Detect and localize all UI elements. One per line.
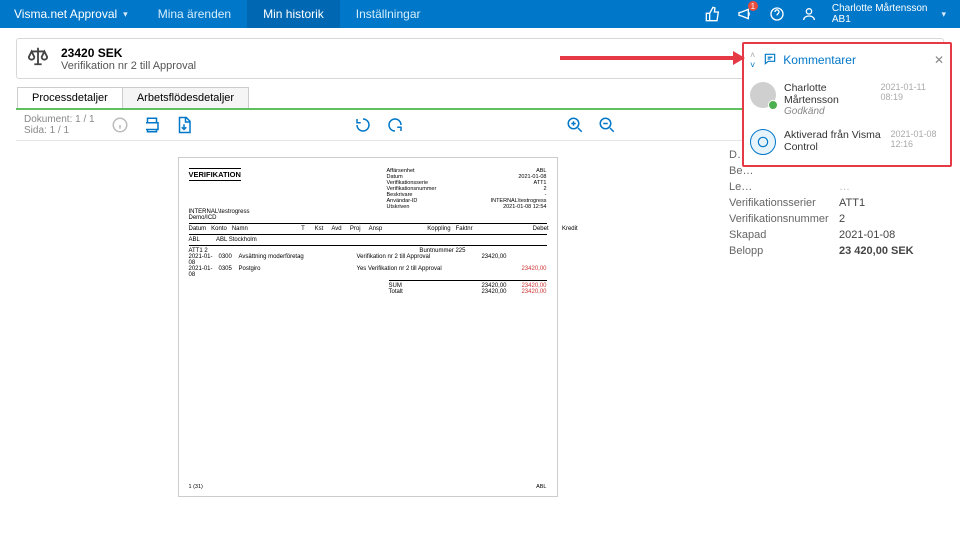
nav-mina-arenden[interactable]: Mina ärenden bbox=[142, 0, 247, 28]
tab-processdetaljer[interactable]: Processdetaljer bbox=[17, 87, 123, 108]
system-avatar-icon bbox=[750, 129, 776, 155]
pv-heading: VERIFIKATION bbox=[189, 168, 241, 181]
zoom-in-icon[interactable] bbox=[564, 114, 586, 136]
comment-status: Godkänd bbox=[784, 106, 944, 117]
comments-title: Kommentarer bbox=[783, 53, 856, 67]
comment-item: Charlotte Mårtensson 2021-01-11 08:19 Go… bbox=[750, 82, 944, 117]
preview-area: VERIFIKATION AffärsenhetABL Datum2021-01… bbox=[16, 141, 719, 513]
topbar-right: 1 Charlotte Mårtensson AB1 ▾ bbox=[704, 3, 960, 25]
chevron-down-icon: ▾ bbox=[123, 9, 128, 20]
comment-time: 2021-01-08 12:16 bbox=[890, 129, 944, 153]
nav-installningar[interactable]: Inställningar bbox=[340, 0, 437, 28]
brand[interactable]: Visma.net Approval ▾ bbox=[0, 7, 142, 21]
nav-min-historik[interactable]: Min historik bbox=[247, 0, 340, 28]
zoom-out-icon[interactable] bbox=[596, 114, 618, 136]
download-icon[interactable] bbox=[173, 114, 195, 136]
thumbs-up-icon[interactable] bbox=[704, 5, 722, 23]
chevron-down-icon[interactable]: ▾ bbox=[941, 9, 946, 20]
user-name: Charlotte Mårtensson bbox=[832, 3, 928, 14]
help-icon[interactable] bbox=[768, 5, 786, 23]
avatar bbox=[750, 82, 776, 108]
comment-author: Aktiverad från Visma Control bbox=[784, 129, 884, 153]
pv-meta: AffärsenhetABL Datum2021-01-08 Verifikat… bbox=[387, 168, 547, 210]
comment-item: Aktiverad från Visma Control 2021-01-08 … bbox=[750, 129, 944, 155]
close-icon[interactable]: ✕ bbox=[934, 53, 944, 67]
user-block[interactable]: Charlotte Mårtensson AB1 bbox=[832, 3, 928, 25]
page-counter: Sida: 1 / 1 bbox=[24, 125, 95, 136]
chevron-updown-icon[interactable]: ˄˅ bbox=[750, 50, 755, 70]
comment-time: 2021-01-11 08:19 bbox=[881, 82, 944, 106]
doc-subtitle: Verifikation nr 2 till Approval bbox=[61, 60, 196, 72]
megaphone-icon[interactable]: 1 bbox=[736, 5, 754, 23]
print-icon[interactable] bbox=[141, 114, 163, 136]
top-nav: Mina ärenden Min historik Inställningar bbox=[142, 0, 437, 28]
brand-label: Visma.net Approval bbox=[14, 7, 117, 21]
notification-badge: 1 bbox=[748, 1, 758, 11]
rotate-right-icon[interactable] bbox=[384, 114, 406, 136]
info-icon[interactable] bbox=[109, 114, 131, 136]
tab-arbetsflodesdetaljer[interactable]: Arbetsflödesdetaljer bbox=[122, 87, 249, 108]
comment-bubble-icon bbox=[763, 52, 777, 69]
comments-panel: ˄˅ Kommentarer ✕ Charlotte Mårtensson 20… bbox=[742, 42, 952, 167]
scales-icon bbox=[27, 45, 49, 72]
rotate-left-icon[interactable] bbox=[352, 114, 374, 136]
annotation-arrow bbox=[560, 56, 743, 60]
doc-counter: Dokument: 1 / 1 bbox=[24, 114, 95, 125]
check-icon bbox=[768, 100, 778, 110]
side-details: D… Be… Le…… VerifikationsserierATT1 Veri… bbox=[719, 141, 944, 513]
comment-author: Charlotte Mårtensson bbox=[784, 82, 875, 106]
user-org: AB1 bbox=[832, 14, 928, 25]
doc-title: 23420 SEK bbox=[61, 46, 196, 60]
user-icon[interactable] bbox=[800, 5, 818, 23]
preview-page[interactable]: VERIFIKATION AffärsenhetABL Datum2021-01… bbox=[178, 157, 558, 497]
topbar: Visma.net Approval ▾ Mina ärenden Min hi… bbox=[0, 0, 960, 28]
